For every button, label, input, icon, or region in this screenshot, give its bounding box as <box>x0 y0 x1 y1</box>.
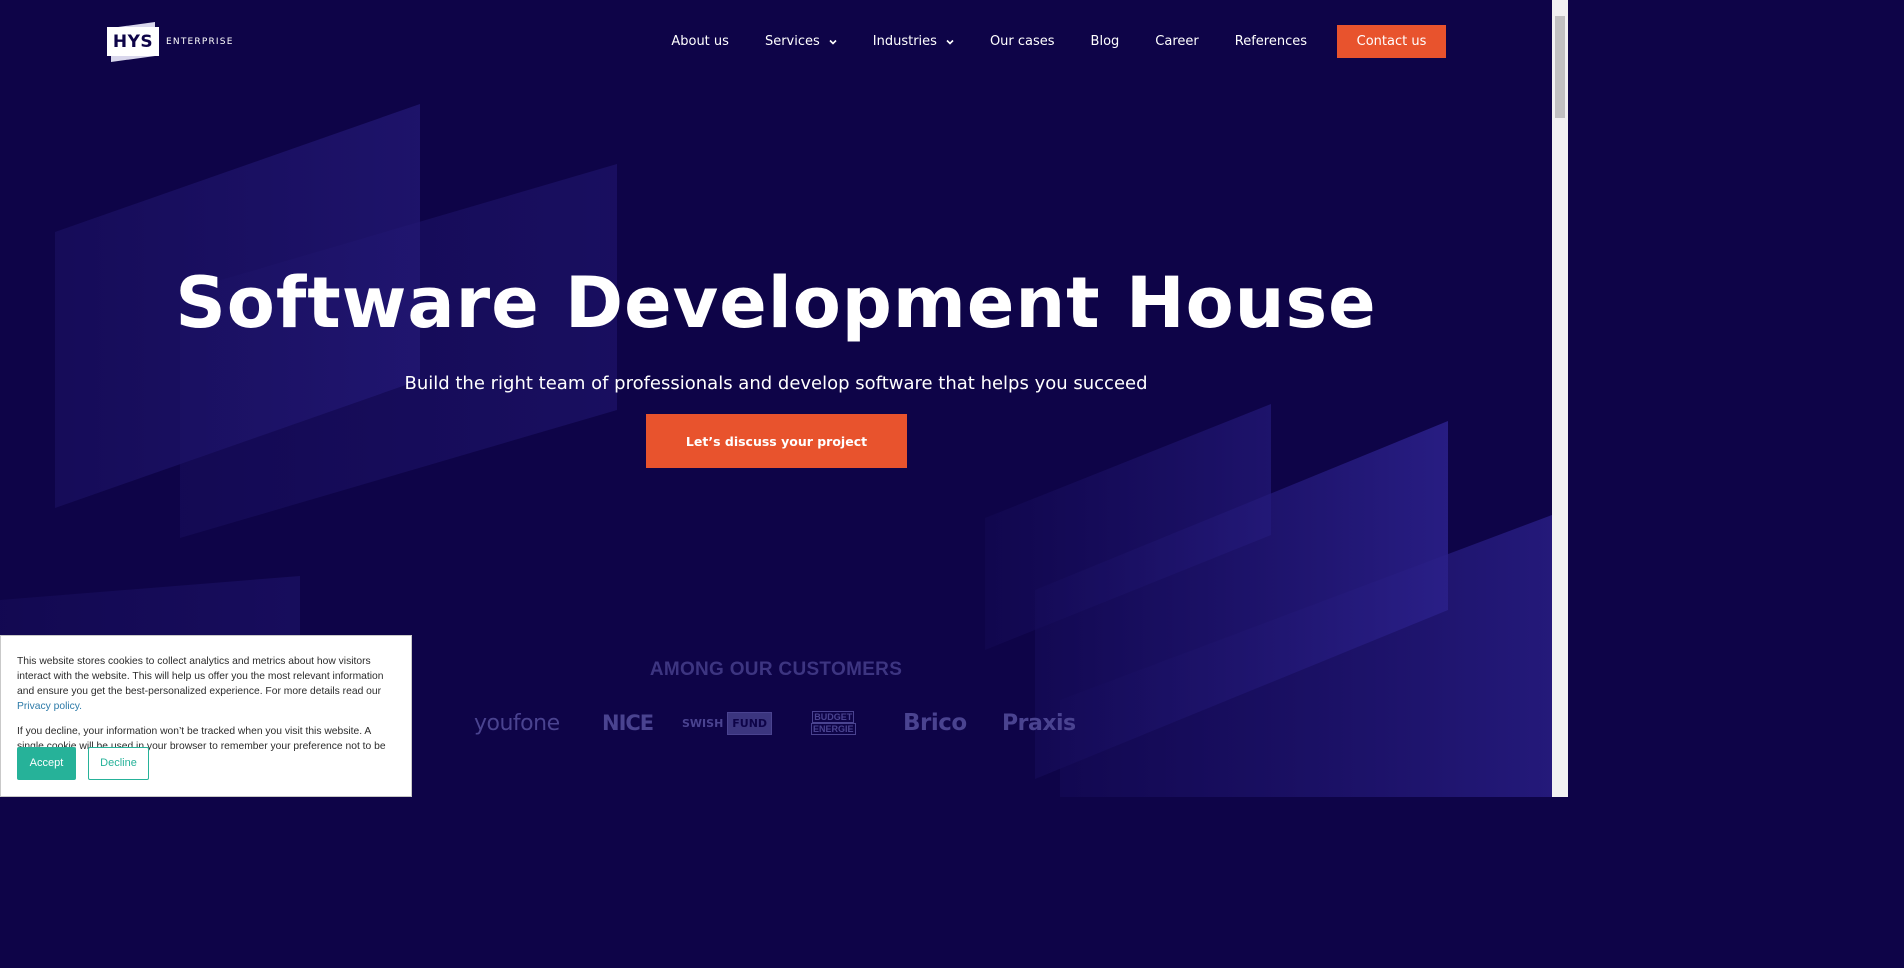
logo-text: HYS <box>112 32 154 52</box>
decline-cookies-button[interactable]: Decline <box>88 747 149 780</box>
page-scrollbar[interactable] <box>1552 0 1568 797</box>
youfone-logo: youfone <box>474 710 560 736</box>
nav-references[interactable]: References <box>1235 25 1307 58</box>
privacy-policy-link[interactable]: Privacy policy. <box>17 701 82 712</box>
logo-subtext: ENTERPRISE <box>166 37 234 47</box>
logo-mark: HYS <box>107 22 159 62</box>
budget-text: BUDGET <box>812 711 855 723</box>
energie-text: ENERGIE <box>811 723 856 735</box>
nav-our-cases[interactable]: Our cases <box>990 25 1055 58</box>
swish-text: SWISH <box>682 716 724 730</box>
fund-text: FUND <box>727 711 773 735</box>
hero-subtitle: Build the right team of professionals an… <box>404 373 1148 394</box>
site-header: HYS ENTERPRISE About us Services Industr… <box>0 0 1552 84</box>
nav-label: Services <box>764 34 820 49</box>
nav-label: Our cases <box>989 34 1055 49</box>
cookie-text-1: This website stores cookies to collect a… <box>17 654 395 714</box>
scrollbar-thumb[interactable] <box>1555 16 1565 118</box>
cookie-banner: This website stores cookies to collect a… <box>0 635 412 797</box>
discuss-project-button[interactable]: Let’s discuss your project <box>646 414 907 468</box>
main-nav: About us Services Industries Our cases B… <box>635 25 1446 58</box>
nav-label: Industries <box>872 34 937 49</box>
nav-label: Career <box>1155 34 1199 49</box>
nav-label: Blog <box>1090 34 1120 49</box>
accept-cookies-button[interactable]: Accept <box>17 747 76 780</box>
hero-title: Software Development House <box>175 262 1377 344</box>
cookie-actions: Accept Decline <box>17 747 149 780</box>
brand-logo[interactable]: HYS ENTERPRISE <box>107 22 234 62</box>
nav-about-us[interactable]: About us <box>671 25 729 58</box>
nav-services[interactable]: Services <box>765 25 837 58</box>
nice-logo: NICE <box>602 711 654 735</box>
chevron-down-icon <box>829 39 837 45</box>
nav-blog[interactable]: Blog <box>1091 25 1120 58</box>
cookie-description: This website stores cookies to collect a… <box>17 656 384 697</box>
praxis-logo: Praxis <box>1002 710 1076 736</box>
nav-label: About us <box>671 34 729 49</box>
nav-career[interactable]: Career <box>1155 25 1198 58</box>
swishfund-logo: SWISH FUND <box>682 705 773 741</box>
brico-logo: Brico <box>903 710 967 736</box>
chevron-down-icon <box>946 39 954 45</box>
budget-energie-logo: BUDGET ENERGIE <box>811 705 856 741</box>
nav-label: References <box>1234 34 1307 49</box>
nav-industries[interactable]: Industries <box>873 25 954 58</box>
contact-us-button[interactable]: Contact us <box>1337 25 1446 58</box>
